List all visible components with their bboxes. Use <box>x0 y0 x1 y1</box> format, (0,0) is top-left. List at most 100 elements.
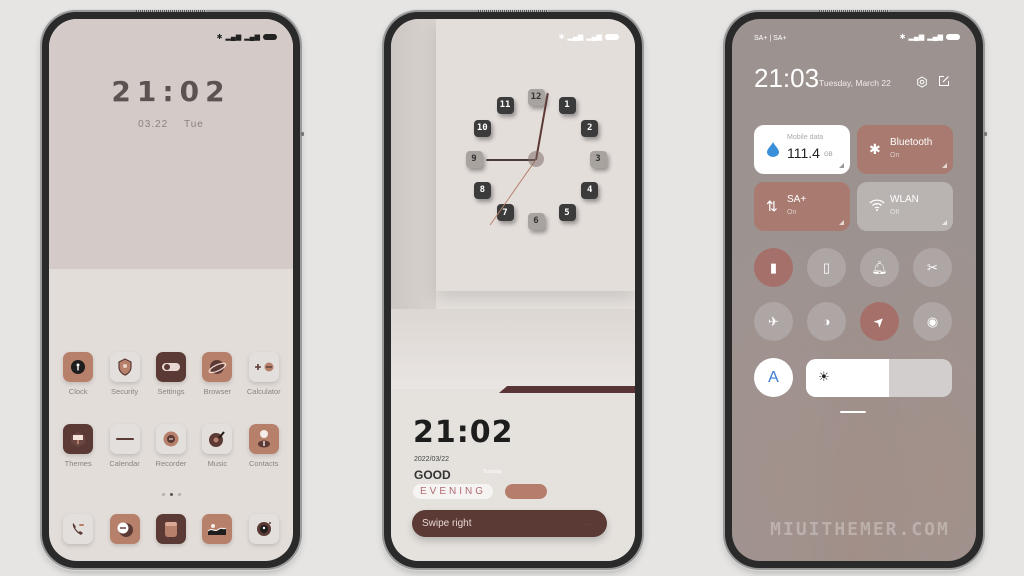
clock-number-3: 3 <box>589 150 607 168</box>
dock-camera[interactable] <box>241 514 287 544</box>
clock-hub <box>528 151 544 167</box>
tile-mobile-data[interactable]: Mobile data 111.4 GB <box>754 125 850 174</box>
weekday-faint: Tuesday <box>483 469 502 475</box>
clock-number-5: 5 <box>558 204 576 222</box>
calculator-icon <box>248 352 279 382</box>
settings-gear-icon[interactable] <box>916 76 928 88</box>
water-drop-icon <box>766 141 780 160</box>
toggle-vibrate[interactable]: ▮ <box>754 248 793 287</box>
phone-lock-screen: ✱ ▂▄▆ ▂▄▆ 12 1 2 3 4 5 6 7 8 9 10 11 21:02 2022/03/… <box>384 12 642 568</box>
bell-icon: 🔔︎ <box>871 259 888 275</box>
app-themes[interactable]: Themes <box>55 424 101 468</box>
app-calendar[interactable]: Calendar <box>102 424 148 468</box>
expand-corner-icon <box>942 163 947 168</box>
app-security[interactable]: Security <box>102 352 148 396</box>
app-browser[interactable]: Browser <box>194 352 240 396</box>
drawer-handle[interactable] <box>840 411 866 413</box>
data-transfer-icon: ⇅ <box>766 198 778 214</box>
dock-gallery[interactable] <box>194 514 240 544</box>
person-icon <box>248 424 279 454</box>
expand-corner-icon <box>839 220 844 225</box>
calendar-icon <box>109 424 140 454</box>
toggle-location[interactable]: ➤ <box>860 302 899 341</box>
clock-number-2: 2 <box>581 119 599 137</box>
battery-icon <box>946 34 960 40</box>
greeting-top: GOOD <box>414 468 451 482</box>
clock-number-11: 11 <box>496 96 514 114</box>
app-contacts[interactable]: Contacts <box>241 424 287 468</box>
tile-label: SA+ <box>787 194 807 205</box>
clock-number-12: 12 <box>527 88 545 106</box>
app-music[interactable]: Music <box>194 424 240 468</box>
watermark: MIUITHEMER.COM <box>770 519 950 540</box>
app-calculator[interactable]: Calculator <box>241 352 287 396</box>
page-dot[interactable] <box>177 493 181 496</box>
flashlight-icon: ▯ <box>822 259 831 275</box>
app-label: Contacts <box>248 459 279 468</box>
app-settings[interactable]: Settings <box>148 352 194 396</box>
tile-wlan[interactable]: WLAN Off <box>857 182 953 231</box>
phone-icon <box>63 514 94 544</box>
auto-brightness-button[interactable]: A <box>754 358 793 397</box>
swipe-unlock-slider[interactable]: Swipe right → <box>412 510 607 537</box>
tile-state: On <box>890 152 900 159</box>
dark-mode-icon: ◑ <box>822 314 831 329</box>
accent-pill <box>505 484 547 499</box>
bluetooth-icon: ✱ <box>899 34 906 41</box>
app-clock[interactable]: Clock <box>55 352 101 396</box>
app-label: Themes <box>64 459 92 468</box>
notes-icon <box>155 514 186 544</box>
shield-icon <box>109 352 140 382</box>
swipe-label: Swipe right <box>422 518 472 529</box>
tile-sa[interactable]: ⇅ SA+ On <box>754 182 850 231</box>
dock-messages[interactable] <box>102 514 148 544</box>
tile-bluetooth[interactable]: ✱ Bluetooth On <box>857 125 953 174</box>
clock-number-1: 1 <box>558 96 576 114</box>
app-recorder[interactable]: Recorder <box>148 424 194 468</box>
record-icon <box>155 424 186 454</box>
expand-corner-icon <box>839 163 844 168</box>
signal-icon: ▂▄▆ <box>225 34 242 41</box>
battery-icon <box>263 34 277 40</box>
camera-icon <box>248 514 279 544</box>
app-label: Clock <box>68 387 88 396</box>
page-dot[interactable] <box>161 493 165 496</box>
edit-icon[interactable] <box>938 75 950 87</box>
brightness-slider[interactable]: ☀ <box>806 359 952 397</box>
app-label: Calculator <box>246 387 281 396</box>
lock-screen: ✱ ▂▄▆ ▂▄▆ 12 1 2 3 4 5 6 7 8 9 10 11 21:02 2022/03/… <box>391 19 635 561</box>
app-label: Music <box>207 459 228 468</box>
toggle-bell[interactable]: 🔔︎ <box>860 248 899 287</box>
dock-phone[interactable] <box>55 514 101 544</box>
page-indicator[interactable] <box>49 493 293 496</box>
sun-icon: ☀ <box>818 369 830 384</box>
app-label: Calendar <box>109 459 140 468</box>
gallery-icon <box>202 514 233 544</box>
toggle-dark-mode[interactable]: ◑ <box>807 302 846 341</box>
lock-time: 21:02 <box>413 415 514 450</box>
paintbrush-icon <box>63 424 94 454</box>
app-label: Recorder <box>155 459 187 468</box>
tile-state: On <box>787 209 797 216</box>
toggle-flashlight[interactable]: ▯ <box>807 248 846 287</box>
cc-time: 21:03 <box>754 63 820 93</box>
app-label: Browser <box>203 387 232 396</box>
data-usage-value: 111.4 <box>787 145 820 161</box>
tile-label: WLAN <box>890 194 919 205</box>
bluetooth-icon: ✱ <box>869 141 881 157</box>
location-icon: ➤ <box>869 311 889 331</box>
planet-icon <box>202 352 233 382</box>
toggle-airplane[interactable]: ✈ <box>754 302 793 341</box>
toggle-screenshot[interactable]: ✂ <box>913 248 952 287</box>
app-label: Settings <box>157 387 185 396</box>
signal-icon: ▂▄▆ <box>244 34 260 41</box>
lock-date: 2022/03/22 <box>414 456 450 463</box>
clock-widget-date: 03.22 Tue <box>49 119 293 130</box>
dock-notes[interactable] <box>148 514 194 544</box>
arrow-right-icon: → <box>583 518 593 529</box>
greeting-word-badge: EVENING <box>413 484 493 499</box>
page-dot-active[interactable] <box>169 493 173 496</box>
clock-widget-time[interactable]: 21:02 <box>49 75 293 108</box>
toggle-eye[interactable]: ◉ <box>913 302 952 341</box>
tile-label: Mobile data <box>787 134 824 141</box>
